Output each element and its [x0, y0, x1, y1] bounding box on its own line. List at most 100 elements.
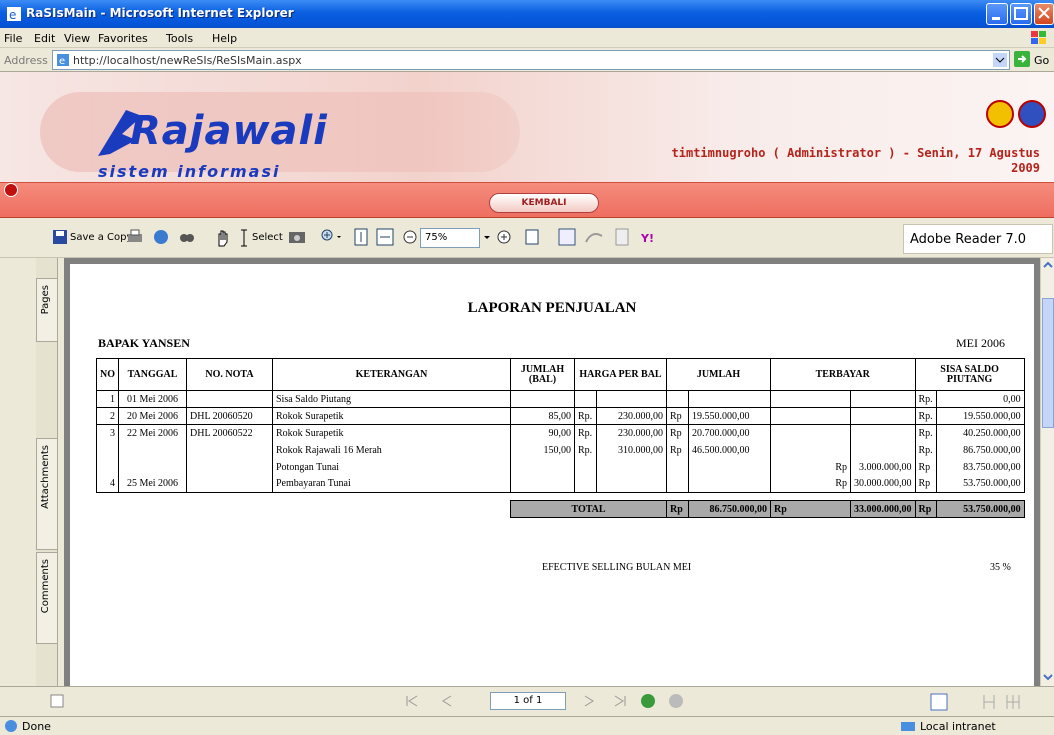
continuous-view-icon[interactable]	[980, 693, 998, 711]
cell-amount: 46.500.000,00	[688, 441, 771, 459]
svg-text:Y!: Y!	[640, 232, 654, 245]
intranet-icon	[901, 722, 915, 731]
select-label[interactable]: Select	[252, 232, 283, 243]
scrollbar-thumb[interactable]	[1042, 298, 1054, 428]
cell-bal	[510, 458, 575, 476]
hand-tool-icon[interactable]	[214, 228, 232, 248]
cell-rp	[574, 475, 597, 493]
cell-amount	[688, 390, 771, 408]
cell-price: 310.000,00	[596, 441, 667, 459]
address-input[interactable]: e http://localhost/newReSIs/ReSIsMain.as…	[52, 50, 1010, 70]
cell-nota	[186, 458, 273, 476]
zoom-out-icon[interactable]	[402, 228, 418, 248]
logout-icon[interactable]	[1018, 100, 1046, 128]
select-tool-icon[interactable]	[238, 228, 250, 248]
status-text: Done	[22, 720, 51, 733]
document-icon[interactable]	[614, 228, 630, 248]
col-header: NO	[96, 358, 119, 391]
window-titlebar: e RaSIsMain - Microsoft Internet Explore…	[0, 0, 1054, 28]
cell-rp: Rp	[666, 407, 689, 425]
menu-view[interactable]: View	[64, 32, 90, 45]
cell-bal: 90,00	[510, 424, 575, 442]
pdf-toolbar: Save a Copy Select 75% Y! Adobe Reader 7…	[0, 218, 1054, 258]
cell-desc: Rokok Rajawali 16 Merah	[272, 441, 511, 459]
tab-comments[interactable]: Comments	[36, 552, 58, 644]
save-icon[interactable]	[52, 228, 68, 248]
snapshot-icon[interactable]	[288, 228, 306, 248]
scroll-up-icon[interactable]	[1043, 260, 1053, 270]
home-icon[interactable]	[986, 100, 1014, 128]
zoom-level-input[interactable]: 75%	[420, 228, 480, 248]
menu-edit[interactable]: Edit	[34, 32, 55, 45]
total-label: TOTAL	[510, 500, 667, 518]
go-forward-icon[interactable]	[668, 693, 684, 709]
spellcheck-icon[interactable]	[558, 228, 576, 248]
effective-selling-label: EFECTIVE SELLING BULAN MEI	[542, 562, 692, 573]
fit-page-icon[interactable]	[352, 228, 370, 248]
close-button[interactable]	[1034, 3, 1054, 25]
search-icon[interactable]	[178, 228, 196, 248]
cell-date: 22 Mei 2006	[118, 424, 187, 442]
minimize-button[interactable]	[986, 3, 1008, 25]
go-back-icon[interactable]	[640, 693, 656, 709]
logo-main-text: Rajawali	[130, 108, 328, 154]
site-banner: Rajawali sistem informasi timtimnugroho …	[0, 72, 1054, 182]
total-empty	[96, 500, 511, 518]
tab-pages[interactable]: Pages	[36, 278, 58, 342]
report-title: LAPORAN PENJUALAN	[467, 300, 637, 316]
address-bar: Address e http://localhost/newReSIs/ReSI…	[0, 48, 1054, 72]
collapse-arrow-icon[interactable]	[4, 183, 18, 197]
menu-tools[interactable]: Tools	[166, 32, 193, 45]
save-copy-label[interactable]: Save a Copy	[70, 232, 132, 243]
single-page-view-icon[interactable]	[930, 693, 948, 711]
fit-width-icon[interactable]	[376, 228, 394, 248]
cell-price	[596, 458, 667, 476]
col-header: TANGGAL	[118, 358, 187, 391]
last-page-icon[interactable]	[612, 694, 628, 708]
email-icon[interactable]	[152, 228, 170, 248]
cell-rp: Rp	[914, 475, 937, 493]
total-rp: Rp	[666, 500, 689, 518]
go-button[interactable]: Go	[1014, 51, 1049, 70]
next-page-icon[interactable]	[582, 694, 596, 708]
zoom-dropdown-icon[interactable]	[482, 228, 492, 248]
menu-favorites[interactable]: Favorites	[98, 32, 148, 45]
windows-logo-icon	[1031, 31, 1046, 44]
cell-rp	[770, 424, 851, 442]
menu-help[interactable]: Help	[212, 32, 237, 45]
table-row: Potongan Tunai Rp 3.000.000,00 Rp 83.750…	[96, 458, 1025, 476]
cell-rp: Rp	[666, 441, 689, 459]
vertical-scrollbar[interactable]	[1040, 258, 1054, 686]
cell-rp	[770, 441, 851, 459]
scroll-down-icon[interactable]	[1043, 672, 1053, 682]
previous-page-icon[interactable]	[440, 694, 454, 708]
col-header: TERBAYAR	[770, 358, 916, 391]
page-layout-icon[interactable]	[50, 694, 64, 708]
first-page-icon[interactable]	[404, 694, 420, 708]
kembali-button[interactable]: KEMBALI	[489, 193, 599, 213]
zoom-plus-icon[interactable]	[496, 228, 512, 248]
print-icon[interactable]	[126, 228, 144, 248]
side-panel: Pages Attachments Comments	[0, 258, 64, 686]
logo-sub-text: sistem informasi	[98, 162, 281, 181]
maximize-button[interactable]	[1010, 3, 1032, 25]
zoom-in-icon[interactable]	[320, 228, 342, 248]
yahoo-icon[interactable]: Y!	[640, 228, 668, 248]
cell-balance: 86.750.000,00	[935, 441, 1025, 459]
cell-bal	[510, 475, 575, 493]
total-amount: 86.750.000,00	[688, 500, 771, 518]
page-number-input[interactable]: 1 of 1	[490, 692, 566, 710]
cell-price: 230.000,00	[596, 407, 667, 425]
user-info-line1: timtimnugroho ( Administrator ) - Senin,…	[671, 146, 1040, 160]
cell-date	[118, 458, 187, 476]
menu-file[interactable]: File	[4, 32, 22, 45]
cell-paid	[850, 407, 916, 425]
sign-icon[interactable]	[584, 228, 608, 248]
dropdown-arrow-icon[interactable]	[993, 53, 1007, 67]
tab-attachments-label: Attachments	[40, 445, 51, 509]
pages-tool-icon[interactable]	[524, 228, 548, 248]
facing-view-icon[interactable]	[1004, 693, 1022, 711]
cell-balance: 40.250.000,00	[935, 424, 1025, 442]
col-header: NO. NOTA	[186, 358, 273, 391]
tab-attachments[interactable]: Attachments	[36, 438, 58, 550]
